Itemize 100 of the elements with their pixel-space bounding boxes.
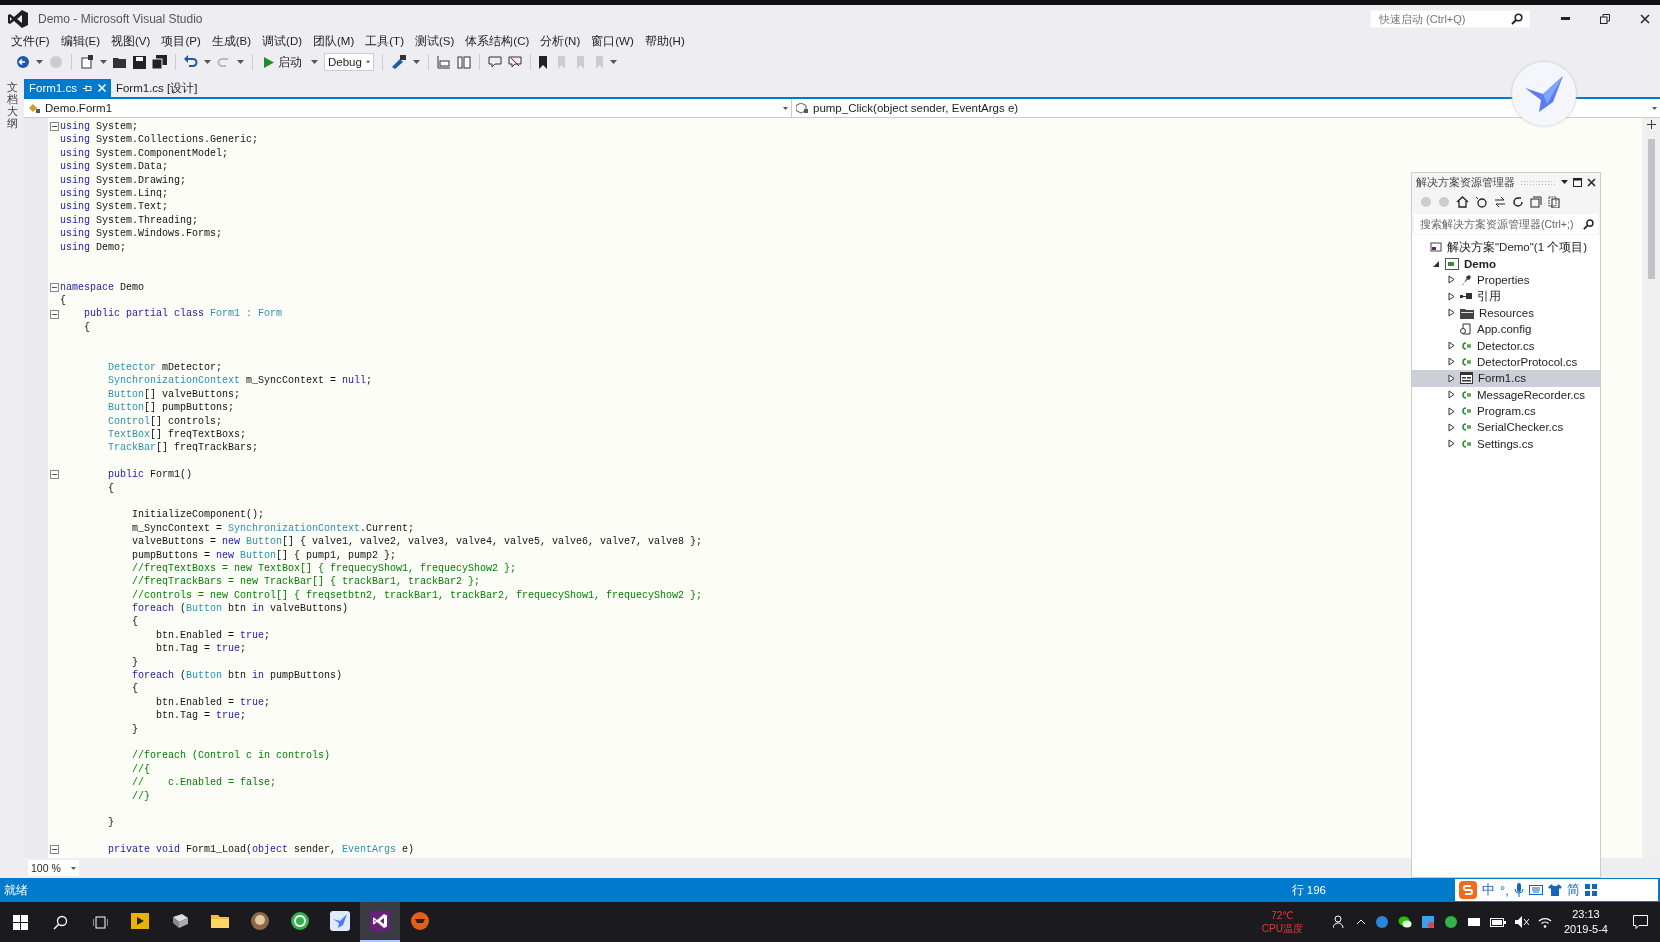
menu-item[interactable]: 生成(B) xyxy=(206,33,258,49)
menu-item[interactable]: 文件(F) xyxy=(6,33,56,49)
member-dropdown[interactable]: pump_Click(object sender, EventArgs e) xyxy=(792,99,1660,117)
expand-arrow-icon[interactable] xyxy=(1448,308,1455,318)
menu-item[interactable]: 视图(V) xyxy=(106,33,157,49)
microphone-icon[interactable] xyxy=(1513,883,1524,897)
vertical-scrollbar[interactable] xyxy=(1642,118,1660,858)
new-project-icon[interactable] xyxy=(80,55,94,69)
close-icon[interactable] xyxy=(1587,177,1596,187)
speaker-muted-icon[interactable] xyxy=(1514,916,1529,928)
menu-item[interactable]: 分析(N) xyxy=(535,33,587,49)
tree-item[interactable]: Resources xyxy=(1412,304,1600,321)
columns-icon[interactable] xyxy=(457,55,471,69)
document-tab[interactable]: Form1.cs [设计] xyxy=(110,79,203,97)
menu-item[interactable]: 工具(T) xyxy=(360,33,410,49)
collapse-all-icon[interactable] xyxy=(1530,196,1542,208)
dropdown-caret-icon[interactable] xyxy=(100,60,107,64)
fold-toggle[interactable] xyxy=(49,470,59,480)
tree-item[interactable]: DetectorProtocol.cs xyxy=(1412,353,1600,371)
clock[interactable]: 23:13 2019-5-4 xyxy=(1563,907,1608,937)
script-mode[interactable]: 简 xyxy=(1566,881,1580,899)
tree-item[interactable]: Detector.cs xyxy=(1412,337,1600,354)
tree-item[interactable]: SerialChecker.cs xyxy=(1412,419,1600,436)
fold-toggle[interactable] xyxy=(49,122,59,132)
dropdown-caret-icon[interactable] xyxy=(36,60,43,64)
tree-item[interactable]: Settings.cs xyxy=(1412,435,1600,453)
sync-icon[interactable] xyxy=(1494,196,1506,208)
sogou-logo-icon[interactable] xyxy=(1459,881,1477,899)
people-icon[interactable] xyxy=(1332,915,1347,929)
tray-app-icon[interactable] xyxy=(1420,915,1435,929)
document-outline-tab[interactable]: 文档大纲 xyxy=(0,79,24,878)
open-folder-icon[interactable] xyxy=(113,55,127,69)
search-icon[interactable] xyxy=(1511,12,1523,25)
keyboard-icon[interactable] xyxy=(1528,885,1543,895)
save-icon[interactable] xyxy=(133,55,146,69)
menu-item[interactable]: 项目(P) xyxy=(156,33,207,49)
tree-item[interactable]: Properties xyxy=(1412,271,1600,289)
caret-up-icon[interactable] xyxy=(1355,919,1366,925)
menu-item[interactable]: 团队(M) xyxy=(308,33,361,49)
taskbar-app[interactable] xyxy=(360,902,400,942)
battery-icon[interactable] xyxy=(1489,917,1506,927)
tree-item[interactable]: Program.cs xyxy=(1412,402,1600,420)
fold-toggle[interactable] xyxy=(49,845,59,855)
document-tab[interactable]: Form1.cs xyxy=(24,79,111,97)
save-all-icon[interactable] xyxy=(152,55,167,69)
menu-item[interactable]: 测试(S) xyxy=(409,33,461,49)
fold-toggle[interactable] xyxy=(49,309,59,319)
search-field[interactable]: 搜索解决方案资源管理器(Ctrl+;) xyxy=(1414,214,1598,234)
tree-item[interactable]: Demo xyxy=(1412,255,1600,272)
zoom-dropdown[interactable]: 100 % xyxy=(28,860,79,876)
maximize-icon[interactable] xyxy=(1573,177,1582,187)
expand-arrow-icon[interactable] xyxy=(1448,390,1455,400)
tree-item[interactable]: MessageRecorder.cs xyxy=(1412,386,1600,403)
dropdown-caret-icon[interactable] xyxy=(204,60,211,64)
scrollbar-thumb[interactable] xyxy=(1647,139,1655,279)
pin-icon[interactable] xyxy=(82,83,92,93)
expand-arrow-icon[interactable] xyxy=(1448,406,1455,416)
align-icon[interactable] xyxy=(437,55,451,69)
expand-arrow-icon[interactable] xyxy=(1448,275,1455,285)
grid-menu-icon[interactable] xyxy=(1584,884,1597,896)
chat-icon[interactable] xyxy=(1397,915,1412,929)
menu-item[interactable]: 调试(D) xyxy=(257,33,309,49)
menu-item[interactable]: 体系结构(C) xyxy=(460,33,536,49)
uncomment-icon[interactable] xyxy=(508,55,522,69)
home-icon[interactable] xyxy=(1456,196,1469,208)
tree-item[interactable]: Form1.cs xyxy=(1412,370,1600,387)
expand-arrow-icon[interactable] xyxy=(1448,357,1455,367)
shirt-icon[interactable] xyxy=(1547,884,1562,896)
dropdown-caret-icon[interactable] xyxy=(237,60,244,64)
undo-icon[interactable] xyxy=(184,55,198,69)
split-icon[interactable] xyxy=(1646,120,1656,129)
quick-launch-field[interactable]: 快速启动 (Ctrl+Q) xyxy=(1370,9,1530,28)
expand-arrow-icon[interactable] xyxy=(1448,423,1455,432)
expand-arrow-icon[interactable] xyxy=(1448,341,1455,351)
back-icon[interactable] xyxy=(16,55,30,69)
punctuation-mode[interactable]: °, xyxy=(1500,882,1509,898)
wifi-icon[interactable] xyxy=(1537,916,1552,928)
tray-app-icon[interactable] xyxy=(1466,915,1481,929)
tree-item[interactable]: App.config xyxy=(1412,320,1600,338)
dropdown-caret-icon[interactable] xyxy=(413,60,420,64)
collapse-arrow-icon[interactable] xyxy=(1433,259,1440,269)
type-dropdown[interactable]: Demo.Form1 xyxy=(24,99,792,117)
menu-item[interactable]: 帮助(H) xyxy=(639,33,691,49)
expand-arrow-icon[interactable] xyxy=(1448,373,1455,383)
comment-icon[interactable] xyxy=(488,55,502,69)
refresh-icon[interactable] xyxy=(1512,196,1524,208)
tray-app-icon[interactable] xyxy=(1443,915,1458,929)
tree-item[interactable]: 引用 xyxy=(1412,288,1600,305)
expand-arrow-icon[interactable] xyxy=(1448,439,1455,449)
start-button[interactable]: 启动 xyxy=(261,54,305,70)
toolbar-overflow-icon[interactable] xyxy=(610,60,617,64)
bookmark-icon[interactable] xyxy=(539,55,547,69)
input-mode[interactable]: 中 xyxy=(1482,881,1495,899)
menu-item[interactable]: 窗口(W) xyxy=(586,33,640,49)
search-icon[interactable] xyxy=(1583,218,1594,230)
dropdown-caret-icon[interactable] xyxy=(1561,180,1568,184)
expand-arrow-icon[interactable] xyxy=(1448,291,1455,301)
menu-item[interactable]: 编辑(E) xyxy=(55,33,107,49)
fold-toggle[interactable] xyxy=(49,282,59,292)
tree-item[interactable]: 解决方案"Demo"(1 个项目) xyxy=(1412,239,1600,256)
